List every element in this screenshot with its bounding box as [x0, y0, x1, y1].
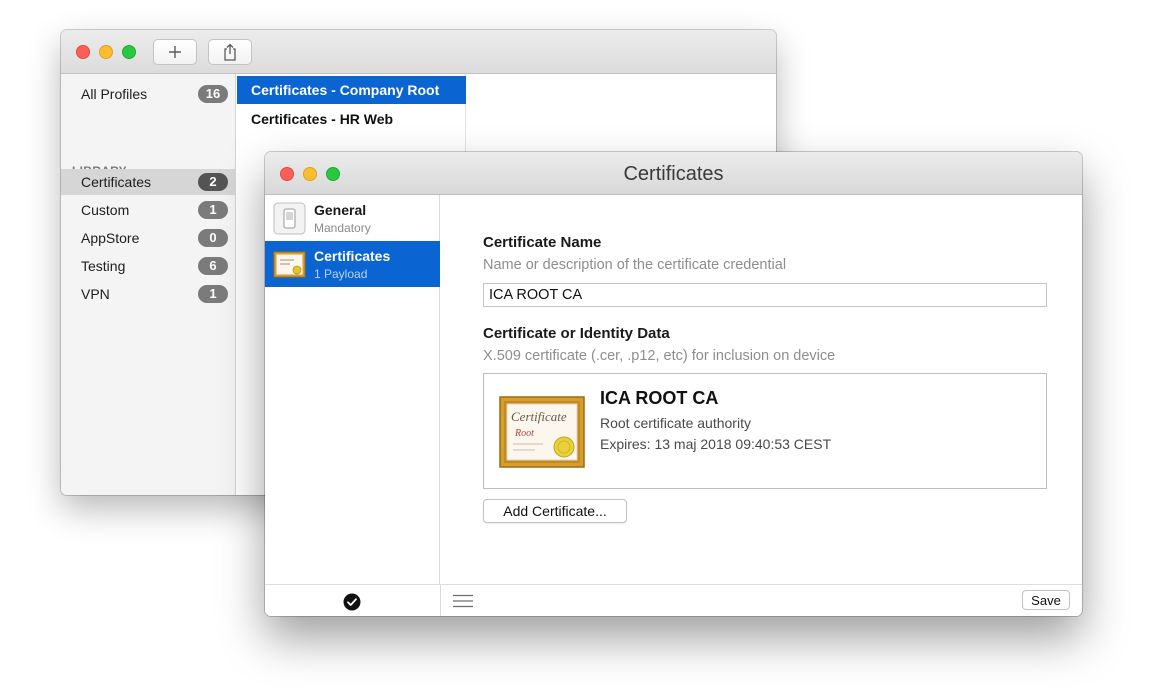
window-footer: Save	[265, 584, 1082, 616]
sidebar-item-label: All Profiles	[81, 86, 148, 102]
window-title: Certificates	[623, 163, 724, 185]
certificate-drop-box[interactable]: Certificate Root ICA ROOT CA Root certif…	[483, 373, 1047, 489]
payload-title: General	[314, 202, 367, 218]
close-button[interactable]	[76, 45, 90, 59]
payload-title: Certificates	[314, 248, 391, 264]
certificate-name-input[interactable]	[483, 283, 1047, 307]
hamburger-menu-icon[interactable]	[453, 594, 473, 608]
count-badge: 1	[198, 201, 228, 219]
count-badge: 1	[198, 285, 228, 303]
certificate-data-label: Certificate or Identity Data	[483, 325, 670, 342]
sidebar-item-appstore[interactable]: AppStore 0	[61, 225, 236, 251]
sidebar-item-custom[interactable]: Custom 1	[61, 197, 236, 223]
certificate-image: Certificate Root	[499, 396, 585, 468]
sidebar-item-label: Testing	[81, 258, 126, 274]
share-icon	[224, 43, 236, 61]
certificate-expiry: Expires: 13 maj 2018 09:40:53 CEST	[600, 436, 832, 452]
sidebar-item-testing[interactable]: Testing 6	[61, 253, 236, 279]
add-profile-button[interactable]	[153, 39, 197, 65]
certificate-icon	[273, 251, 306, 278]
payload-sidebar: General Mandatory Certificates 1 Payload	[265, 195, 440, 584]
count-badge: 0	[198, 229, 228, 247]
plus-icon	[169, 46, 181, 58]
payload-subtitle: Mandatory	[314, 221, 371, 235]
save-button[interactable]: Save	[1022, 590, 1070, 610]
payload-subtitle: 1 Payload	[314, 267, 368, 281]
zoom-button[interactable]	[122, 45, 136, 59]
back-window-titlebar[interactable]	[61, 30, 776, 74]
sidebar-item-label: AppStore	[81, 230, 140, 246]
profile-item-company-root[interactable]: Certificates - Company Root	[237, 76, 466, 104]
switch-icon	[273, 202, 306, 235]
library-sidebar: All Profiles 16 LIBRARY Certificates 2 C…	[61, 74, 236, 495]
footer-divider	[440, 585, 441, 616]
certificate-title: ICA ROOT CA	[600, 388, 719, 408]
sidebar-item-label: Custom	[81, 202, 130, 218]
checkmark-icon	[343, 593, 361, 611]
share-button[interactable]	[208, 39, 252, 65]
count-badge: 2	[198, 173, 228, 191]
sidebar-item-label: VPN	[81, 286, 110, 302]
count-badge: 16	[198, 85, 228, 103]
sidebar-item-certificates[interactable]: Certificates 2	[61, 169, 236, 195]
payload-item-general[interactable]: General Mandatory	[265, 195, 440, 241]
sidebar-item-label: Certificates	[81, 174, 152, 190]
certificates-editor-window: Certificates General Mandatory Certifica…	[265, 152, 1082, 616]
certificate-image-title: Certificate	[511, 409, 567, 424]
payload-item-certificates[interactable]: Certificates 1 Payload	[265, 241, 440, 287]
certificate-name-description: Name or description of the certificate c…	[483, 257, 787, 273]
count-badge: 6	[198, 257, 228, 275]
minimize-button[interactable]	[99, 45, 113, 59]
certificate-image-subtitle: Root	[514, 428, 534, 439]
certificate-data-description: X.509 certificate (.cer, .p12, etc) for …	[483, 348, 836, 364]
sidebar-item-vpn[interactable]: VPN 1	[61, 281, 236, 307]
certificate-kind: Root certificate authority	[600, 415, 751, 431]
certificate-form: Certificate Name Name or description of …	[441, 195, 1082, 584]
profile-item-hr-web[interactable]: Certificates - HR Web	[237, 105, 466, 133]
front-window-titlebar[interactable]: Certificates	[265, 152, 1082, 195]
add-certificate-button[interactable]: Add Certificate...	[483, 499, 627, 523]
sidebar-item-all-profiles[interactable]: All Profiles 16	[61, 81, 236, 107]
certificate-name-label: Certificate Name	[483, 234, 602, 251]
